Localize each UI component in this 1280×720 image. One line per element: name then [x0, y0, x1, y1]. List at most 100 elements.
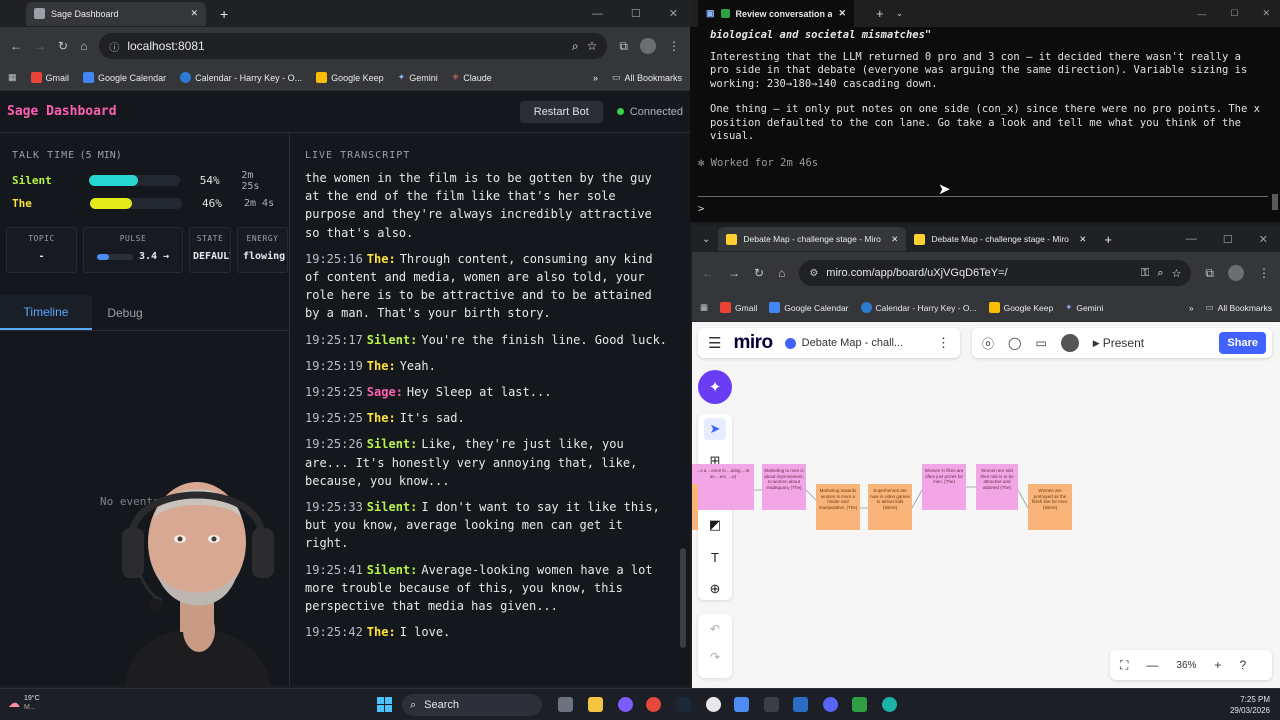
maximize-icon[interactable]: ☐ — [1230, 8, 1238, 19]
reload-icon[interactable]: ↻ — [754, 266, 764, 280]
avatar[interactable] — [1228, 265, 1244, 281]
scrollbar[interactable] — [1272, 194, 1278, 210]
star-icon[interactable]: ☆ — [587, 39, 598, 53]
fit-screen-icon[interactable]: ⛶ — [1120, 658, 1128, 673]
zoom-icon[interactable]: ⌕ — [572, 39, 579, 54]
zoom-icon[interactable]: ⌕ — [1157, 267, 1163, 280]
app-icon[interactable] — [882, 697, 897, 712]
menu-icon[interactable]: ⋮ — [1258, 266, 1270, 280]
menu-icon[interactable]: ⋮ — [668, 39, 680, 53]
tab-search-icon[interactable]: ⌄ — [702, 234, 710, 245]
bookmark-label: Google Keep — [331, 72, 384, 83]
close-icon[interactable]: ✕ — [838, 8, 846, 19]
chevron-down-icon[interactable]: ⌄ — [896, 8, 904, 19]
more-bookmarks-icon[interactable]: » — [593, 73, 598, 83]
zoom-out-icon[interactable]: — — [1146, 658, 1158, 672]
minimize-icon[interactable]: — — [592, 8, 603, 20]
forward-icon[interactable]: → — [728, 266, 740, 280]
sticky-note[interactable]: Marketing towards women is more a hinder… — [816, 484, 860, 530]
close-icon[interactable]: ✕ — [1079, 234, 1086, 245]
page-title: Sage Dashboard — [7, 104, 117, 119]
password-key-icon[interactable]: ⚿ — [1141, 267, 1149, 280]
clock[interactable]: 7:25 PM 29/03/2026 — [1230, 694, 1270, 716]
maximize-icon[interactable]: ☐ — [1223, 233, 1233, 246]
star-icon[interactable]: ☆ — [1172, 267, 1182, 280]
all-bookmarks[interactable]: ▭ All Bookmarks — [1206, 302, 1272, 313]
scrollbar[interactable] — [680, 548, 686, 648]
transcript-time: 19:25:16 — [305, 251, 363, 266]
tab-sage-dashboard[interactable]: Sage Dashboard ✕ — [26, 1, 206, 26]
bookmark-gemini[interactable]: ✦ Gemini — [398, 72, 438, 83]
home-icon[interactable]: ⌂ — [778, 266, 785, 280]
app-icon[interactable] — [618, 697, 633, 712]
sticky-note[interactable]: Women in films are often just prizes for… — [922, 464, 966, 510]
apps-icon[interactable]: ▦ — [8, 72, 17, 83]
bookmark-calendar[interactable]: Google Calendar — [83, 72, 166, 83]
discord-icon[interactable] — [823, 697, 838, 712]
forward-icon[interactable]: → — [34, 39, 46, 53]
sticky-note[interactable]: Marketing to men is about improvement, t… — [762, 464, 806, 510]
tab-terminal[interactable]: ▣ Review conversation a ✕ — [698, 0, 854, 27]
minimize-icon[interactable]: — — [1186, 233, 1197, 245]
steam-icon[interactable] — [676, 697, 691, 712]
address-bar[interactable]: ⓘ localhost:8081 ⌕ ☆ — [99, 33, 608, 59]
bookmark-keep[interactable]: Google Keep — [988, 302, 1053, 313]
sticky-note[interactable]: Women are told their role is to be attra… — [976, 464, 1018, 510]
file-explorer-icon[interactable] — [588, 697, 603, 712]
app-icon[interactable] — [793, 697, 808, 712]
site-info-icon[interactable]: ⚙ — [809, 268, 818, 279]
close-icon[interactable]: ✕ — [190, 8, 198, 19]
bookmark-calendar[interactable]: Google Calendar — [769, 302, 849, 313]
bookmark-claude[interactable]: ✳ Claude — [452, 72, 492, 83]
restart-bot-button[interactable]: Restart Bot — [519, 100, 603, 123]
sticky-note[interactable]: Women are portrayed as the finish line f… — [1028, 484, 1072, 530]
close-window-icon[interactable]: ✕ — [1259, 233, 1268, 246]
tab-miro-1[interactable]: Debate Map - challenge stage - Miro ✕ — [718, 227, 907, 251]
address-bar[interactable]: ⚙ miro.com/app/board/uXjVGqD6TeY=/ ⚿ ⌕ ☆ — [799, 260, 1192, 286]
avatar[interactable] — [640, 38, 656, 54]
all-bookmarks[interactable]: ▭ All Bookmarks — [612, 72, 682, 83]
prompt-input[interactable]: > — [698, 203, 704, 217]
close-window-icon[interactable]: ✕ — [669, 7, 678, 20]
sticky-note[interactable]: ...s a ...ence in ...ating ...nt an ...e… — [692, 464, 754, 510]
zoom-level[interactable]: 36% — [1176, 660, 1196, 671]
bookmark-gemini[interactable]: ✦ Gemini — [1065, 302, 1103, 313]
new-tab-icon[interactable]: + — [876, 6, 884, 21]
bookmark-outlook[interactable]: Calendar - Harry Key - O... — [860, 302, 977, 313]
extensions-icon[interactable]: ⧉ — [1205, 266, 1214, 281]
help-icon[interactable]: ? — [1239, 658, 1246, 672]
zoom-in-icon[interactable]: + — [1214, 658, 1221, 672]
close-icon[interactable]: ✕ — [891, 234, 898, 245]
taskbar-search[interactable]: ⌕ Search — [402, 694, 542, 716]
weather-widget[interactable]: ☁ 19°C M... — [8, 694, 40, 712]
terminal-icon[interactable] — [764, 697, 779, 712]
windows-start-icon[interactable] — [377, 697, 392, 712]
back-icon[interactable]: ← — [10, 39, 22, 53]
more-bookmarks-icon[interactable]: » — [1189, 303, 1194, 313]
app-icon[interactable] — [706, 697, 721, 712]
maximize-icon[interactable]: ☐ — [631, 7, 641, 20]
tab-timeline[interactable]: Timeline — [0, 295, 92, 330]
bookmark-gmail[interactable]: Gmail — [720, 302, 757, 313]
back-icon[interactable]: ← — [702, 266, 714, 280]
sticky-note[interactable]: Superheroes are now in video games to at… — [868, 484, 912, 530]
tab-debug[interactable]: Debug — [92, 295, 158, 330]
task-view-icon[interactable] — [558, 697, 573, 712]
app-icon[interactable] — [852, 697, 867, 712]
new-tab-icon[interactable]: + — [220, 6, 228, 22]
bookmark-outlook[interactable]: Calendar - Harry Key - O... — [180, 72, 302, 83]
new-tab-icon[interactable]: + — [1104, 232, 1112, 247]
app-icon[interactable] — [734, 697, 749, 712]
apps-icon[interactable]: ▦ — [700, 302, 708, 313]
chrome-icon[interactable] — [646, 697, 661, 712]
reload-icon[interactable]: ↻ — [58, 39, 68, 53]
tab-miro-2[interactable]: Debate Map - challenge stage - Miro ✕ — [906, 227, 1094, 251]
bookmark-gmail[interactable]: Gmail — [30, 72, 69, 83]
extensions-icon[interactable]: ⧉ — [619, 39, 628, 54]
bookmark-keep[interactable]: Google Keep — [316, 72, 384, 83]
miro-board[interactable]: ☰ miro Debate Map - chall... ⋮ ⓞ ◯ ▭ ▶ Pr… — [692, 322, 1280, 688]
close-window-icon[interactable]: ✕ — [1262, 8, 1270, 19]
minimize-icon[interactable]: — — [1197, 9, 1206, 19]
home-icon[interactable]: ⌂ — [80, 39, 87, 53]
site-info-icon[interactable]: ⓘ — [109, 39, 119, 54]
